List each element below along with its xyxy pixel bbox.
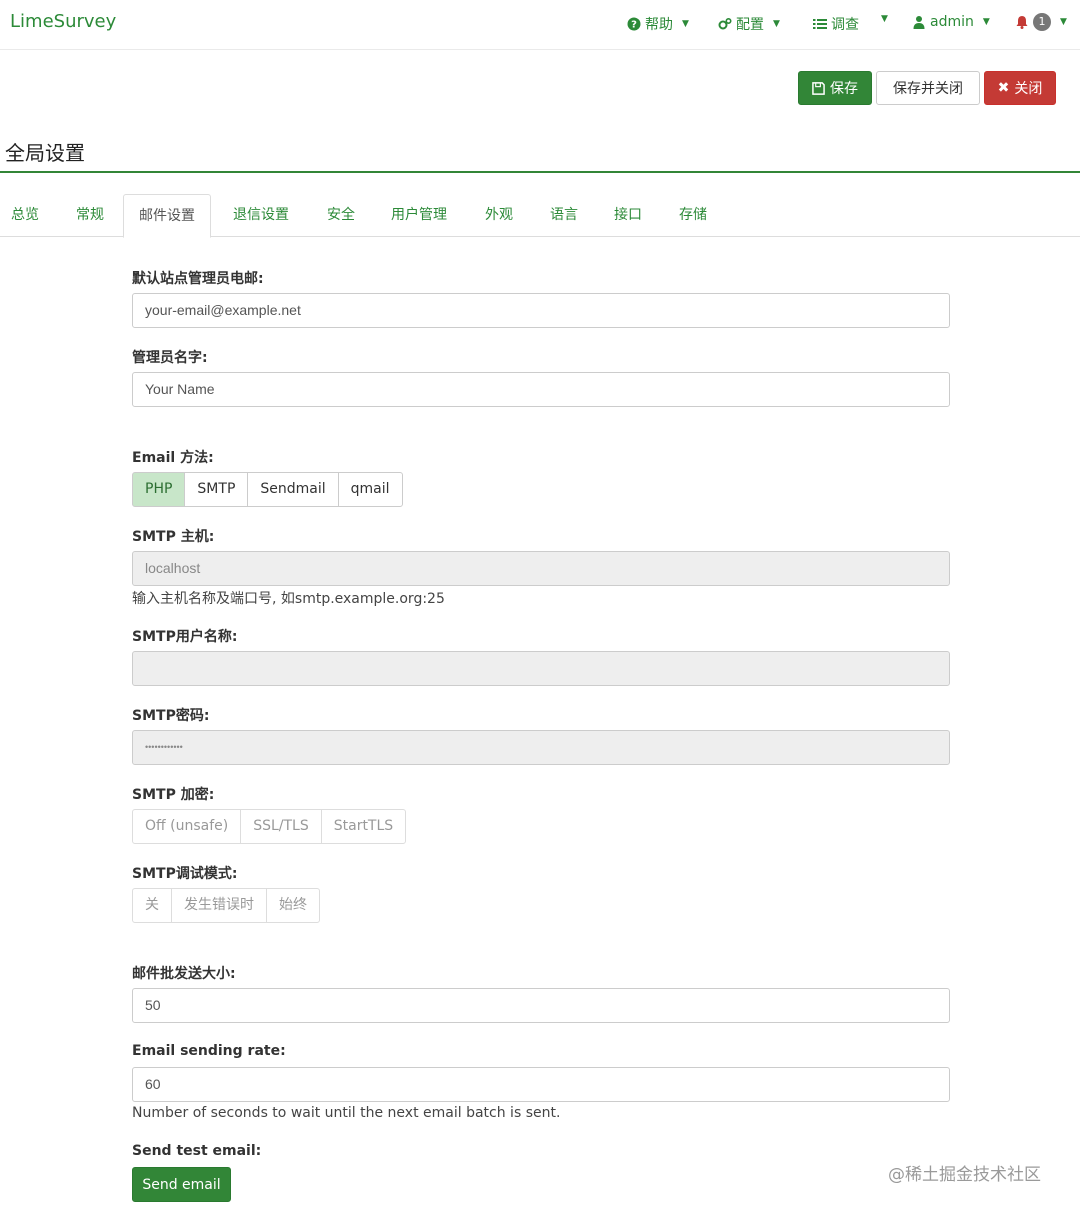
email-method-php[interactable]: PHP — [132, 472, 186, 507]
close-button[interactable]: ✖ 关闭 — [984, 71, 1056, 105]
smtp-debug-on-error[interactable]: 发生错误时 — [171, 888, 267, 923]
tab-general[interactable]: 常规 — [76, 194, 104, 237]
sending-rate-label: Email sending rate: — [132, 1043, 286, 1059]
smtp-host-input[interactable]: localhost — [132, 551, 950, 586]
chevron-down-icon: ▼ — [881, 14, 888, 24]
smtp-encryption-starttls[interactable]: StartTLS — [320, 809, 407, 844]
smtp-encryption-off[interactable]: Off (unsafe) — [132, 809, 242, 844]
email-method-qmail[interactable]: qmail — [337, 472, 403, 507]
email-method-smtp[interactable]: SMTP — [184, 472, 249, 507]
tab-storage[interactable]: 存储 — [679, 194, 707, 237]
help-menu-label: 帮助 — [645, 17, 673, 33]
question-circle-icon: ? — [627, 17, 641, 31]
save-and-close-label: 保存并关闭 — [893, 81, 963, 97]
list-icon — [813, 19, 827, 29]
svg-text:?: ? — [631, 20, 637, 31]
surveys-menu-label: 调查 — [831, 17, 859, 33]
smtp-debug-selector: 关 发生错误时 始终 — [132, 888, 320, 923]
user-menu[interactable]: admin ▼ — [912, 14, 990, 30]
smtp-username-label: SMTP用户名称: — [132, 629, 238, 645]
page-title: 全局设置 — [5, 141, 85, 165]
floppy-disk-icon — [812, 81, 825, 95]
notification-count-badge: 1 — [1033, 13, 1051, 31]
save-button-label: 保存 — [830, 81, 858, 97]
admin-name-input[interactable]: Your Name — [132, 372, 950, 407]
watermark: @稀土掘金技术社区 — [888, 1165, 1041, 1185]
gears-icon — [718, 17, 732, 30]
smtp-debug-label: SMTP调试模式: — [132, 866, 238, 882]
chevron-down-icon: ▼ — [773, 19, 780, 29]
close-button-label: 关闭 — [1014, 81, 1043, 97]
tab-language[interactable]: 语言 — [550, 194, 578, 237]
chevron-down-icon: ▼ — [682, 19, 689, 29]
test-email-label: Send test email: — [132, 1143, 262, 1159]
surveys-menu[interactable]: 调查 — [813, 14, 859, 34]
top-navbar: LimeSurvey ? 帮助 ▼ 配置 ▼ 调查 ▼ admin ▼ 1 ▼ — [0, 0, 1080, 50]
smtp-password-input[interactable]: •••••••••••• — [132, 730, 950, 765]
user-icon — [913, 16, 925, 29]
save-button[interactable]: 保存 — [798, 71, 872, 105]
title-divider — [0, 171, 1080, 173]
smtp-encryption-ssl-tls[interactable]: SSL/TLS — [240, 809, 322, 844]
save-and-close-button[interactable]: 保存并关闭 — [876, 71, 980, 105]
batch-size-label: 邮件批发送大小: — [132, 966, 236, 982]
tab-security[interactable]: 安全 — [327, 194, 355, 237]
bell-icon — [1016, 16, 1028, 29]
config-menu[interactable]: 配置 ▼ — [718, 14, 780, 34]
email-method-selector: PHP SMTP Sendmail qmail — [132, 472, 403, 507]
tab-interfaces[interactable]: 接口 — [614, 194, 642, 237]
chevron-down-icon: ▼ — [1060, 17, 1067, 27]
smtp-encryption-selector: Off (unsafe) SSL/TLS StartTLS — [132, 809, 407, 844]
admin-email-label: 默认站点管理员电邮: — [132, 271, 264, 287]
admin-email-input[interactable]: your-email@example.net — [132, 293, 950, 328]
surveys-dropdown-toggle[interactable]: ▼ — [876, 14, 888, 24]
tab-user-management[interactable]: 用户管理 — [391, 194, 447, 237]
smtp-username-input[interactable] — [132, 651, 950, 686]
tab-bounce-settings[interactable]: 退信设置 — [233, 194, 289, 237]
email-method-label: Email 方法: — [132, 450, 214, 466]
settings-tabs: 总览 常规 邮件设置 退信设置 安全 用户管理 外观 语言 接口 存储 — [0, 194, 1080, 238]
tab-overview[interactable]: 总览 — [11, 194, 39, 237]
smtp-debug-always[interactable]: 始终 — [266, 888, 320, 923]
brand-logo[interactable]: LimeSurvey — [10, 11, 116, 32]
user-menu-label: admin — [930, 14, 974, 30]
send-test-email-button[interactable]: Send email — [132, 1167, 231, 1202]
notifications-menu[interactable]: 1 ▼ — [1015, 13, 1067, 31]
sending-rate-help: Number of seconds to wait until the next… — [132, 1105, 561, 1121]
chevron-down-icon: ▼ — [982, 17, 990, 27]
help-menu[interactable]: ? 帮助 ▼ — [627, 14, 689, 34]
smtp-host-help: 输入主机名称及端口号, 如smtp.example.org:25 — [132, 591, 445, 607]
tab-appearance[interactable]: 外观 — [485, 194, 513, 237]
admin-name-label: 管理员名字: — [132, 350, 208, 366]
tab-email-settings[interactable]: 邮件设置 — [123, 194, 211, 238]
smtp-password-label: SMTP密码: — [132, 708, 210, 724]
smtp-encryption-label: SMTP 加密: — [132, 787, 215, 803]
email-method-sendmail[interactable]: Sendmail — [247, 472, 339, 507]
sending-rate-input[interactable]: 60 — [132, 1067, 950, 1102]
batch-size-input[interactable]: 50 — [132, 988, 950, 1023]
smtp-debug-off[interactable]: 关 — [132, 888, 172, 923]
smtp-host-label: SMTP 主机: — [132, 529, 215, 545]
config-menu-label: 配置 — [736, 17, 764, 33]
close-icon: ✖ — [997, 80, 1010, 96]
